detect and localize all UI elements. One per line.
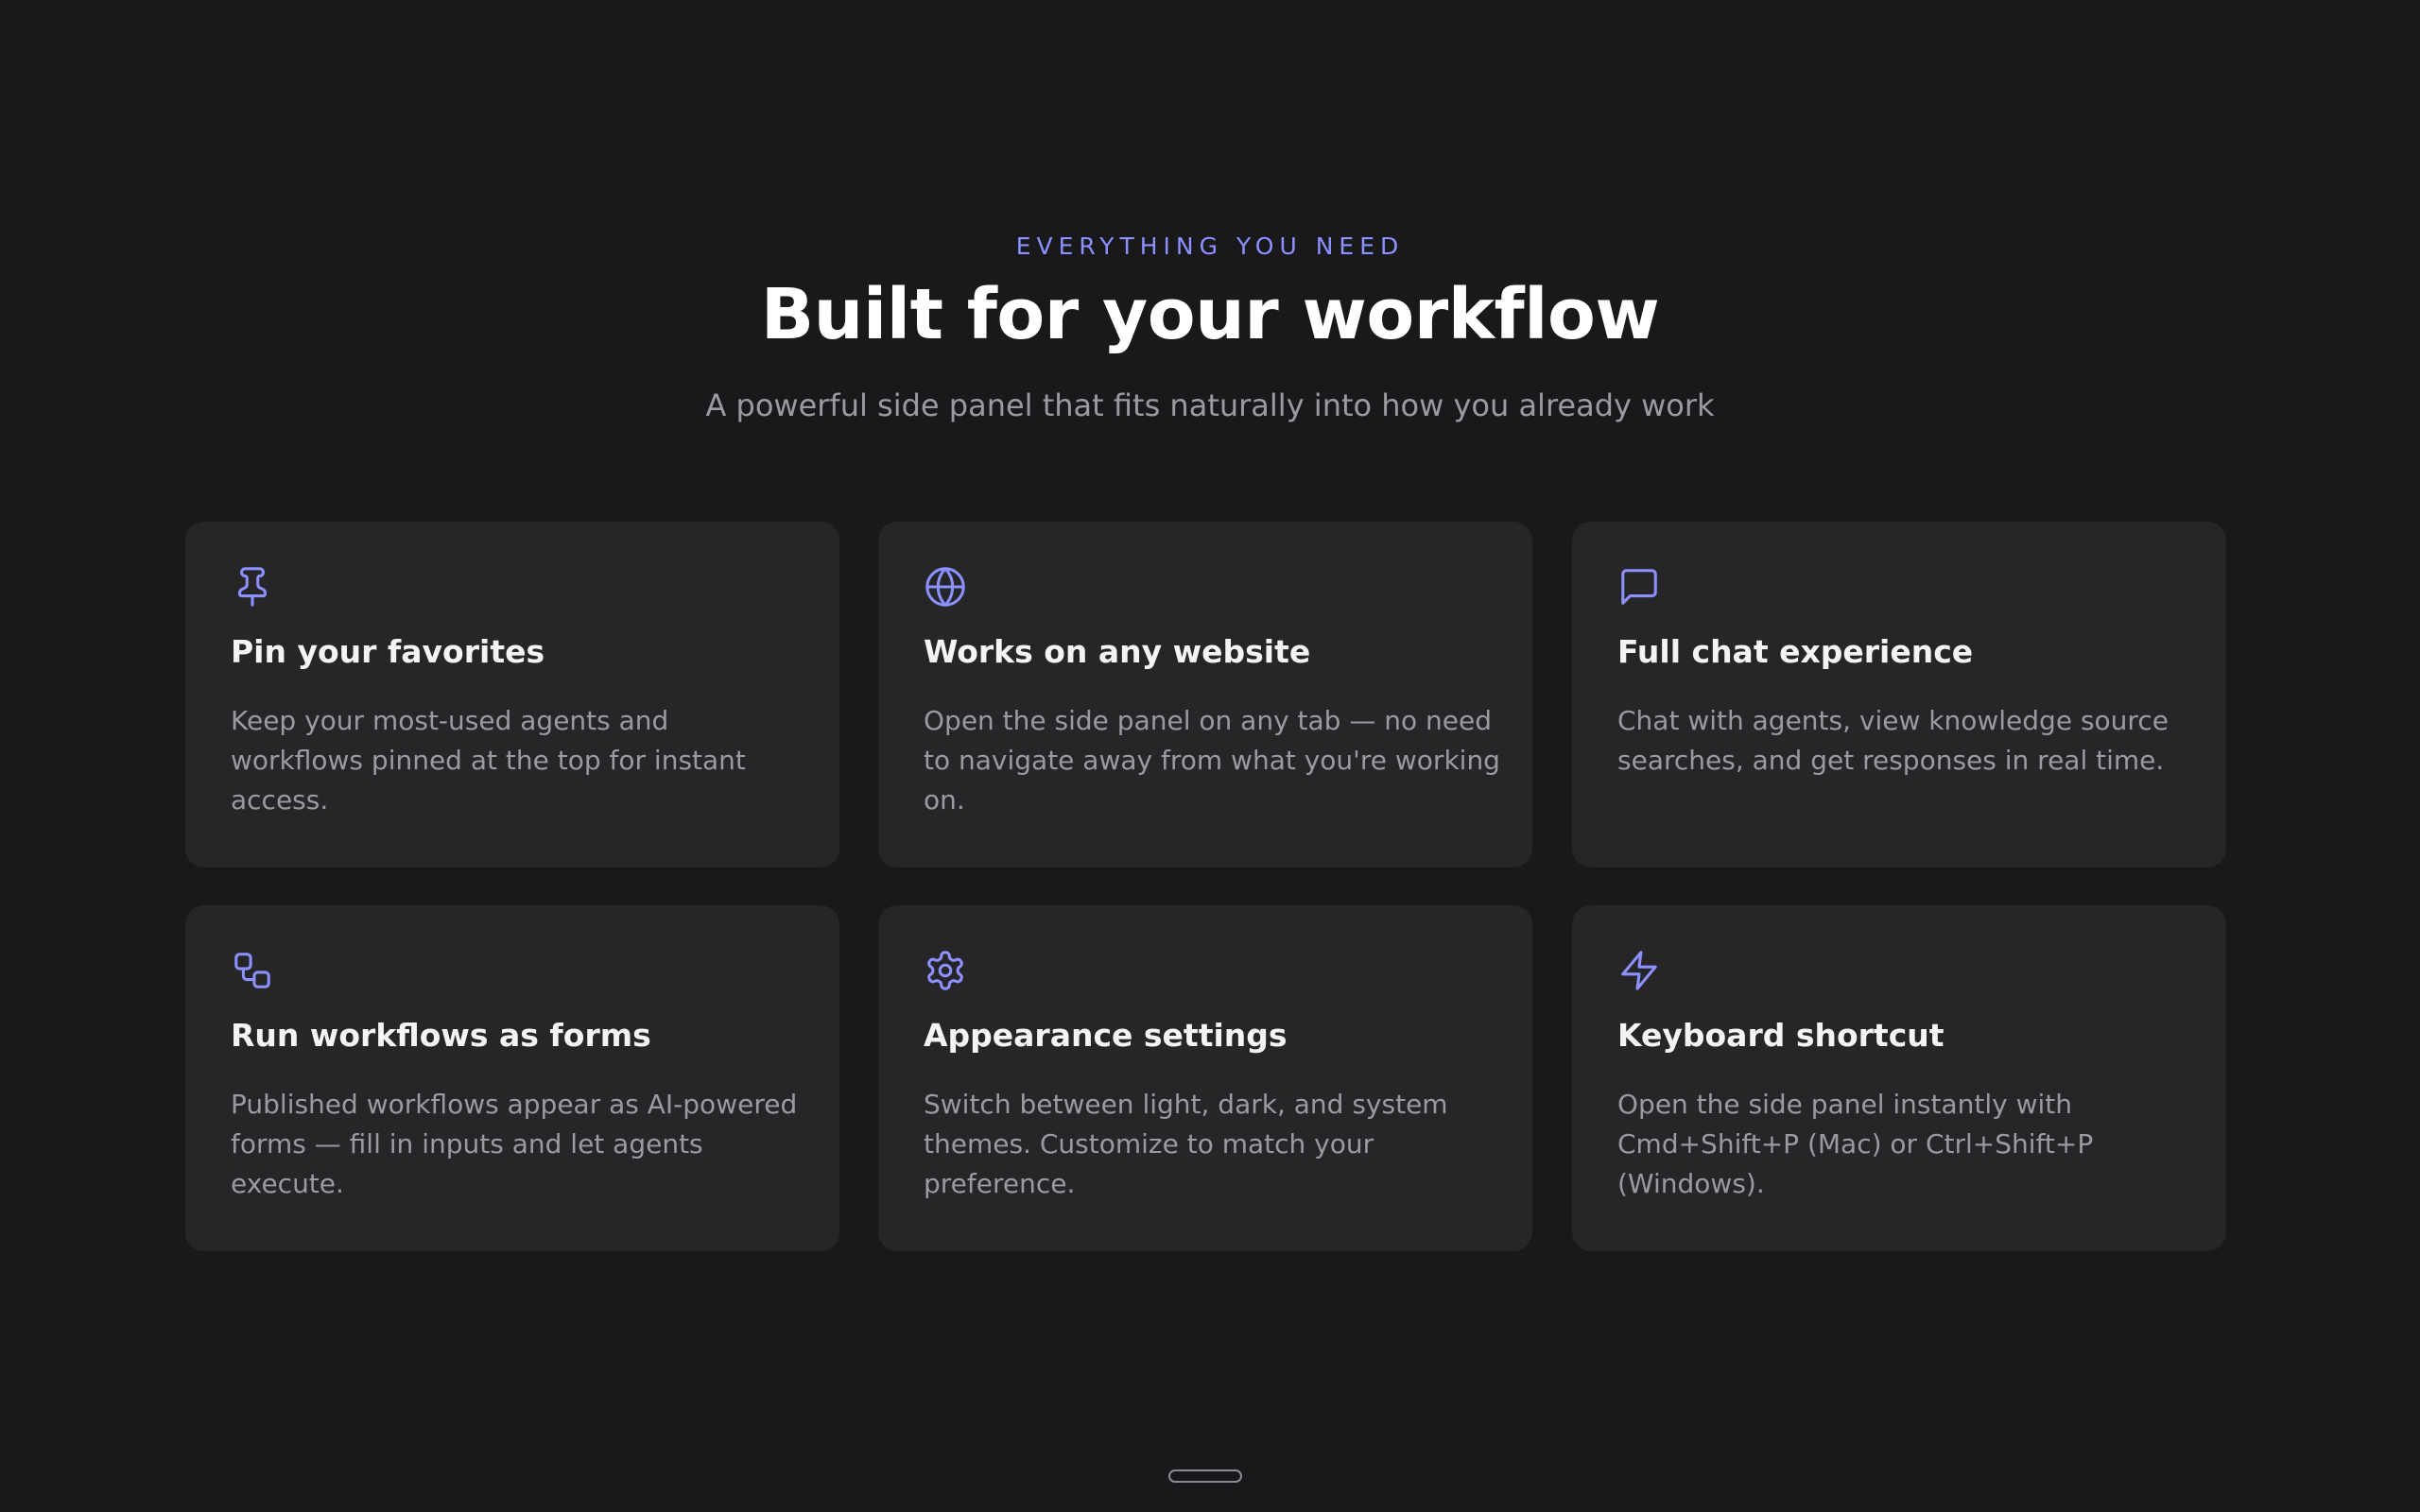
feature-description: Open the side panel on any tab — no need… <box>924 705 1500 816</box>
pin-icon <box>231 565 274 609</box>
feature-card-appearance: Appearance settings Switch between light… <box>878 905 1532 1251</box>
feature-card-workflow-forms: Run workflows as forms Published workflo… <box>185 905 839 1251</box>
feature-title: Run workflows as forms <box>231 1017 651 1054</box>
section-subtitle: A powerful side panel that fits naturall… <box>705 387 1715 423</box>
feature-description: Chat with agents, view knowledge source … <box>1617 705 2169 776</box>
section-title: Built for your workflow <box>760 274 1660 355</box>
scroll-indicator[interactable] <box>1168 1469 1242 1483</box>
feature-card-pin-favorites: Pin your favorites Keep your most-used a… <box>185 522 839 868</box>
feature-description: Keep your most-used agents and workflows… <box>231 705 746 816</box>
feature-description: Published workflows appear as AI-powered… <box>231 1089 798 1199</box>
globe-icon <box>924 565 967 609</box>
feature-description: Switch between light, dark, and system t… <box>924 1089 1448 1199</box>
section-eyebrow: EVERYTHING YOU NEED <box>1015 232 1405 260</box>
feature-card-keyboard-shortcut: Keyboard shortcut Open the side panel in… <box>1572 905 2226 1251</box>
gear-icon <box>924 949 967 992</box>
chat-bubble-icon <box>1617 565 1661 609</box>
feature-card-any-website: Works on any website Open the side panel… <box>878 522 1532 868</box>
feature-title: Pin your favorites <box>231 633 545 670</box>
feature-title: Appearance settings <box>924 1017 1288 1054</box>
feature-title: Works on any website <box>924 633 1311 670</box>
workflow-icon <box>231 949 274 992</box>
lightning-bolt-icon <box>1617 949 1661 992</box>
feature-title: Keyboard shortcut <box>1617 1017 1945 1054</box>
feature-card-chat: Full chat experience Chat with agents, v… <box>1572 522 2226 868</box>
feature-title: Full chat experience <box>1617 633 1974 670</box>
feature-description: Open the side panel instantly with Cmd+S… <box>1617 1089 2094 1199</box>
